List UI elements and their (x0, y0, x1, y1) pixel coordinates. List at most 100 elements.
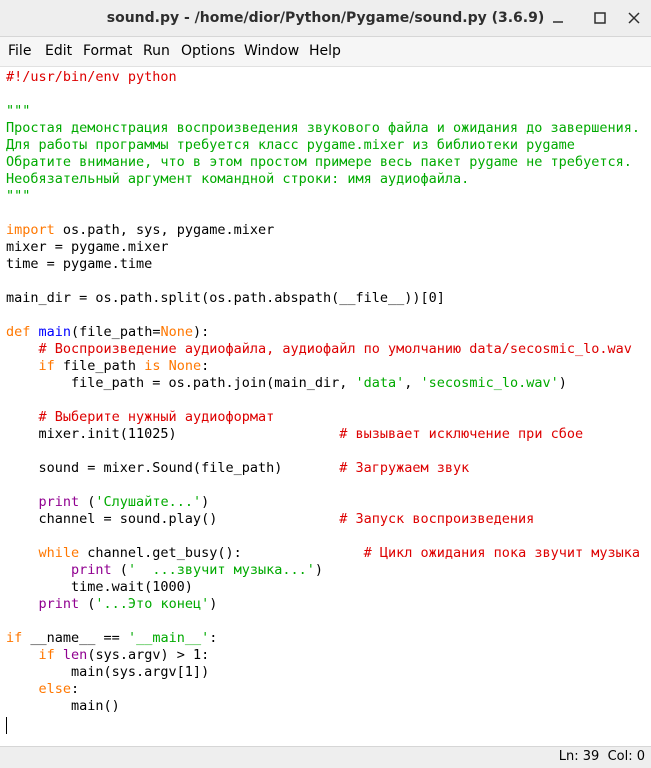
code-token: ): (192, 324, 210, 340)
code-token: # Воспроизведение аудиофайла, аудиофайл … (38, 341, 632, 357)
code-line: print ('Слушайте...') (6, 494, 640, 511)
close-icon[interactable] (624, 8, 644, 28)
code-token: : (201, 358, 210, 374)
code-token: (sys.argv) > 1: (87, 647, 210, 663)
code-line: print (' ...звучит музыка...') (6, 562, 640, 579)
code-token: Обратите внимание, что в этом простом пр… (6, 154, 632, 170)
code-token: '__main__' (127, 630, 210, 646)
title-bar[interactable]: sound.py - /home/dior/Python/Pygame/soun… (0, 0, 651, 37)
code-line: else: (6, 681, 640, 698)
code-token: if (38, 647, 55, 663)
code-token: None (168, 358, 202, 374)
code-token: main(sys.argv[1]) (6, 664, 210, 680)
code-token: Необязательный аргумент командной строки… (6, 171, 470, 187)
code-token: channel.get_busy(): (79, 545, 364, 561)
code-line: file_path = os.path.join(main_dir, 'data… (6, 375, 640, 392)
code-token: # Выберите нужный аудиоформат (38, 409, 275, 425)
code-token: print (38, 596, 80, 612)
code-token: Простая демонстрация воспроизведения зву… (6, 120, 640, 136)
code-token: def (6, 324, 31, 340)
code-token: ( (79, 494, 96, 510)
menu-bar: File Edit Format Run Options Window Help (0, 37, 651, 67)
code-token: __name__ == (22, 630, 128, 646)
code-line: Простая демонстрация воспроизведения зву… (6, 120, 640, 137)
code-token: : (209, 630, 218, 646)
menu-run[interactable]: Run (143, 43, 170, 59)
code-line: if len(sys.argv) > 1: (6, 647, 640, 664)
code-token: while (38, 545, 80, 561)
code-token: # Цикл ожидания пока звучит музыка (363, 545, 640, 561)
code-line: sound = mixer.Sound(file_path) # Загружа… (6, 460, 640, 477)
code-line: #!/usr/bin/env python (6, 69, 640, 86)
code-line: # Выберите нужный аудиоформат (6, 409, 640, 426)
code-token: file_path = os.path.join(main_dir, (6, 375, 356, 391)
status-bar: Ln: 39 Col: 0 (0, 746, 651, 768)
code-line: Обратите внимание, что в этом простом пр… (6, 154, 640, 171)
code-token: Для работы программы требуется класс pyg… (6, 137, 575, 153)
code-token: # вызывает исключение при сбое (339, 426, 584, 442)
code-token: time.wait(1000) (6, 579, 193, 595)
code-token: import (6, 222, 55, 238)
code-text[interactable]: #!/usr/bin/env python """ Простая демонстр… (6, 69, 640, 732)
code-line: time.wait(1000) (6, 579, 640, 596)
code-token: time = pygame.time (6, 256, 153, 272)
code-token: mixer.init(11025) (6, 426, 340, 442)
code-token: file_path (54, 358, 145, 374)
code-token: else (38, 681, 72, 697)
minimize-icon[interactable] (548, 8, 568, 28)
menu-window[interactable]: Window (244, 43, 299, 59)
code-token: 'Слушайте...' (95, 494, 202, 510)
code-token: None (160, 324, 193, 340)
code-line: while channel.get_busy(): # Цикл ожидани… (6, 545, 640, 562)
code-token: # Загружаем звук (339, 460, 470, 476)
menu-format[interactable]: Format (83, 43, 132, 59)
menu-edit[interactable]: Edit (45, 43, 72, 59)
menu-file[interactable]: File (8, 43, 31, 59)
code-token: ) (201, 494, 210, 510)
code-line: channel = sound.play() # Запуск воспроиз… (6, 511, 640, 528)
menu-help[interactable]: Help (309, 43, 341, 59)
code-token: print (38, 494, 80, 510)
code-line: def main(file_path=None): (6, 324, 640, 341)
code-token: """ (6, 188, 31, 204)
menu-options[interactable]: Options (181, 43, 235, 59)
code-line: Для работы программы требуется класс pyg… (6, 137, 640, 154)
text-cursor (6, 717, 7, 734)
code-line: import os.path, sys, pygame.mixer (6, 222, 640, 239)
code-token: ( (111, 562, 128, 578)
code-token: ) (314, 562, 324, 578)
code-line: main(sys.argv[1]) (6, 664, 640, 681)
code-token: main (38, 324, 72, 340)
code-token: ) (558, 375, 567, 391)
maximize-icon[interactable] (590, 8, 610, 28)
code-editor[interactable]: #!/usr/bin/env python """ Простая демонстр… (0, 67, 651, 746)
code-line: main() (6, 698, 640, 715)
code-line: mixer = pygame.mixer (6, 239, 640, 256)
code-token: ' ...звучит музыка...' (127, 562, 315, 578)
code-token: main() (6, 698, 120, 714)
code-token: sound = mixer.Sound(file_path) (6, 460, 340, 476)
code-token: main_dir = os.path.split(os.path.abspath… (6, 290, 445, 306)
code-token: os.path, sys, pygame.mixer (54, 222, 275, 238)
code-line: main_dir = os.path.split(os.path.abspath… (6, 290, 640, 307)
code-token: #!/usr/bin/env python (6, 69, 177, 85)
code-line: if file_path is None: (6, 358, 640, 375)
code-token: if (38, 358, 55, 374)
code-line: if __name__ == '__main__': (6, 630, 640, 647)
code-line: print ('...Это конец') (6, 596, 640, 613)
code-line: Необязательный аргумент командной строки… (6, 171, 640, 188)
code-token: print (71, 562, 112, 578)
